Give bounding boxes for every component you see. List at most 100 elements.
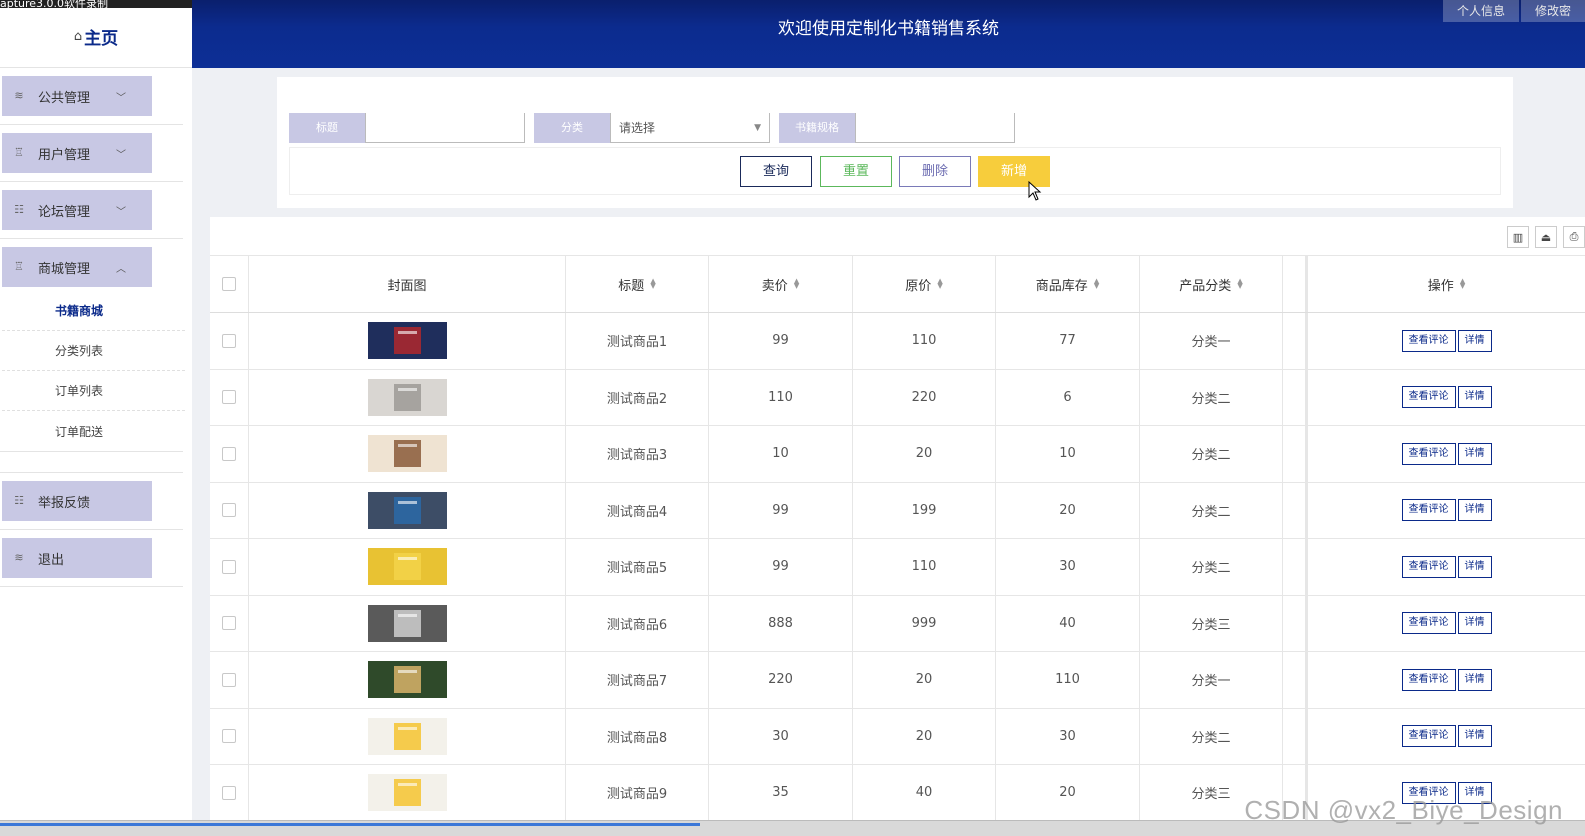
detail-button[interactable]: 详情 <box>1457 555 1492 578</box>
title-input[interactable] <box>365 113 525 143</box>
sell-price-cell: 99 <box>709 539 853 595</box>
title-cell: 测试商品9 <box>566 765 709 821</box>
header-category[interactable]: 产品分类 ▲ ▼ <box>1140 256 1283 312</box>
view-comments-button[interactable]: 查看评论 <box>1401 499 1456 522</box>
header-stock[interactable]: 商品库存 ▲ ▼ <box>996 256 1140 312</box>
spec-filter: 书籍规格 <box>779 113 1015 143</box>
submenu-order-list[interactable]: 订单列表 <box>2 371 185 411</box>
view-comments-button[interactable]: 查看评论 <box>1401 781 1456 804</box>
view-comments-button[interactable]: 查看评论 <box>1401 668 1456 691</box>
detail-button[interactable]: 详情 <box>1457 386 1492 409</box>
spec-input[interactable] <box>855 113 1015 143</box>
row-checkbox[interactable] <box>222 785 236 800</box>
row-checkbox-cell <box>210 539 249 595</box>
category-filter-label: 分类 <box>534 113 610 143</box>
chevron-down-icon: ﹀ <box>116 92 126 104</box>
chevron-down-icon: ﹀ <box>116 149 126 161</box>
actions-cell: 查看评论 详情 <box>1308 709 1585 765</box>
button-row <box>289 147 1501 195</box>
detail-button[interactable]: 详情 <box>1457 499 1492 522</box>
shop-submenu: 书籍商城 分类列表 订单列表 订单配送 <box>2 291 185 451</box>
profile-button[interactable]: 个人信息 <box>1442 0 1519 22</box>
menu-forum[interactable]: ☷ 论坛管理 ﹀ <box>2 190 152 230</box>
scroll-progress <box>0 823 700 826</box>
horizontal-scrollbar[interactable] <box>0 820 1585 836</box>
row-checkbox[interactable] <box>222 390 236 405</box>
reset-button[interactable]: 重置 <box>820 156 892 187</box>
sell-price-cell: 220 <box>709 652 853 708</box>
print-icon[interactable]: ⎙ <box>1563 226 1585 248</box>
select-all-checkbox[interactable] <box>222 277 236 291</box>
row-checkbox[interactable] <box>222 333 236 348</box>
original-price-cell: 40 <box>853 765 996 821</box>
user-icon: ♖ <box>14 260 24 273</box>
category-cell: 分类一 <box>1140 313 1283 369</box>
table-header: 封面图 标题 ▲ ▼ 卖价 ▲ ▼ 原价 ▲ ▼ 商品库存 ▲ ▼ 产品分类 ▲ ▼ 操作 ▲ ▼ <box>210 255 1585 313</box>
category-cell: 分类二 <box>1140 708 1283 764</box>
columns-icon[interactable]: ▥ <box>1507 226 1529 248</box>
detail-button[interactable]: 详情 <box>1457 329 1492 352</box>
header-checkbox-cell <box>210 256 249 312</box>
table-row: 测试商品6 888 999 40 分类三 查看评论 详情 <box>210 595 1585 652</box>
view-comments-button[interactable]: 查看评论 <box>1401 329 1456 352</box>
detail-button[interactable]: 详情 <box>1457 781 1492 804</box>
view-comments-button[interactable]: 查看评论 <box>1401 725 1456 748</box>
table-tools: ▥ ⏏ ⎙ <box>1501 226 1585 248</box>
category-cell: 分类二 <box>1140 369 1283 425</box>
book-cover-image <box>367 435 447 473</box>
header-title-label: 标题 <box>618 278 645 294</box>
submenu-book-mall[interactable]: 书籍商城 <box>2 291 185 331</box>
row-checkbox[interactable] <box>222 672 236 687</box>
menu-group-users: ♖ 用户管理 ﹀ <box>0 125 183 182</box>
header-actions[interactable]: 操作 ▲ ▼ <box>1308 256 1585 312</box>
title-cell: 测试商品2 <box>566 369 709 425</box>
menu-report[interactable]: ☷ 举报反馈 <box>2 481 152 521</box>
menu-shop[interactable]: ♖ 商城管理 ︿ <box>2 247 152 287</box>
change-password-button[interactable]: 修改密 <box>1520 0 1585 22</box>
title-cell: 测试商品1 <box>566 313 709 369</box>
sort-icon: ▲ ▼ <box>1093 277 1100 290</box>
menu-public[interactable]: ≋ 公共管理 ﹀ <box>2 76 152 116</box>
cover-cell <box>249 369 566 425</box>
header-sell-price[interactable]: 卖价 ▲ ▼ <box>709 256 853 312</box>
view-comments-button[interactable]: 查看评论 <box>1401 386 1456 409</box>
detail-button[interactable]: 详情 <box>1457 725 1492 748</box>
table-row: 测试商品5 99 110 30 分类二 查看评论 详情 <box>210 539 1585 596</box>
query-button[interactable]: 查询 <box>740 156 812 187</box>
cover-cell <box>249 539 566 595</box>
gap-cell <box>1283 708 1308 764</box>
menu-logout[interactable]: ≋ 退出 <box>2 538 152 578</box>
view-comments-button[interactable]: 查看评论 <box>1401 555 1456 578</box>
submenu-category-list[interactable]: 分类列表 <box>2 331 185 371</box>
stock-cell: 10 <box>996 426 1140 482</box>
detail-button[interactable]: 详情 <box>1457 442 1492 465</box>
book-cover-image <box>367 491 447 529</box>
detail-button[interactable]: 详情 <box>1457 668 1492 691</box>
gap-cell <box>1283 313 1308 369</box>
cover-cell <box>249 708 566 764</box>
row-checkbox[interactable] <box>222 616 236 631</box>
row-checkbox[interactable] <box>222 503 236 518</box>
sell-price-cell: 30 <box>709 708 853 764</box>
row-checkbox[interactable] <box>222 559 236 574</box>
sell-price-cell: 10 <box>709 426 853 482</box>
header-title[interactable]: 标题 ▲ ▼ <box>566 256 709 312</box>
row-checkbox[interactable] <box>222 729 236 744</box>
view-comments-button[interactable]: 查看评论 <box>1401 612 1456 635</box>
export-icon[interactable]: ⏏ <box>1535 226 1557 248</box>
category-select[interactable]: 请选择 ▼ <box>610 113 770 143</box>
original-price-cell: 999 <box>853 595 996 651</box>
home-link[interactable]: ⌂ 主页 <box>0 0 192 68</box>
header-ops-label: 操作 <box>1427 278 1454 294</box>
title-cell: 测试商品4 <box>566 482 709 538</box>
sort-icon: ▲ ▼ <box>793 277 800 290</box>
menu-users[interactable]: ♖ 用户管理 ﹀ <box>2 133 152 173</box>
submenu-order-delivery[interactable]: 订单配送 <box>2 411 185 451</box>
delete-button[interactable]: 删除 <box>899 156 971 187</box>
header-original-price[interactable]: 原价 ▲ ▼ <box>853 256 996 312</box>
category-cell: 分类三 <box>1140 765 1283 821</box>
view-comments-button[interactable]: 查看评论 <box>1401 442 1456 465</box>
detail-button[interactable]: 详情 <box>1457 612 1492 635</box>
capture-title-strip: apture3.0.0软件录制 <box>0 0 192 8</box>
row-checkbox[interactable] <box>222 446 236 461</box>
